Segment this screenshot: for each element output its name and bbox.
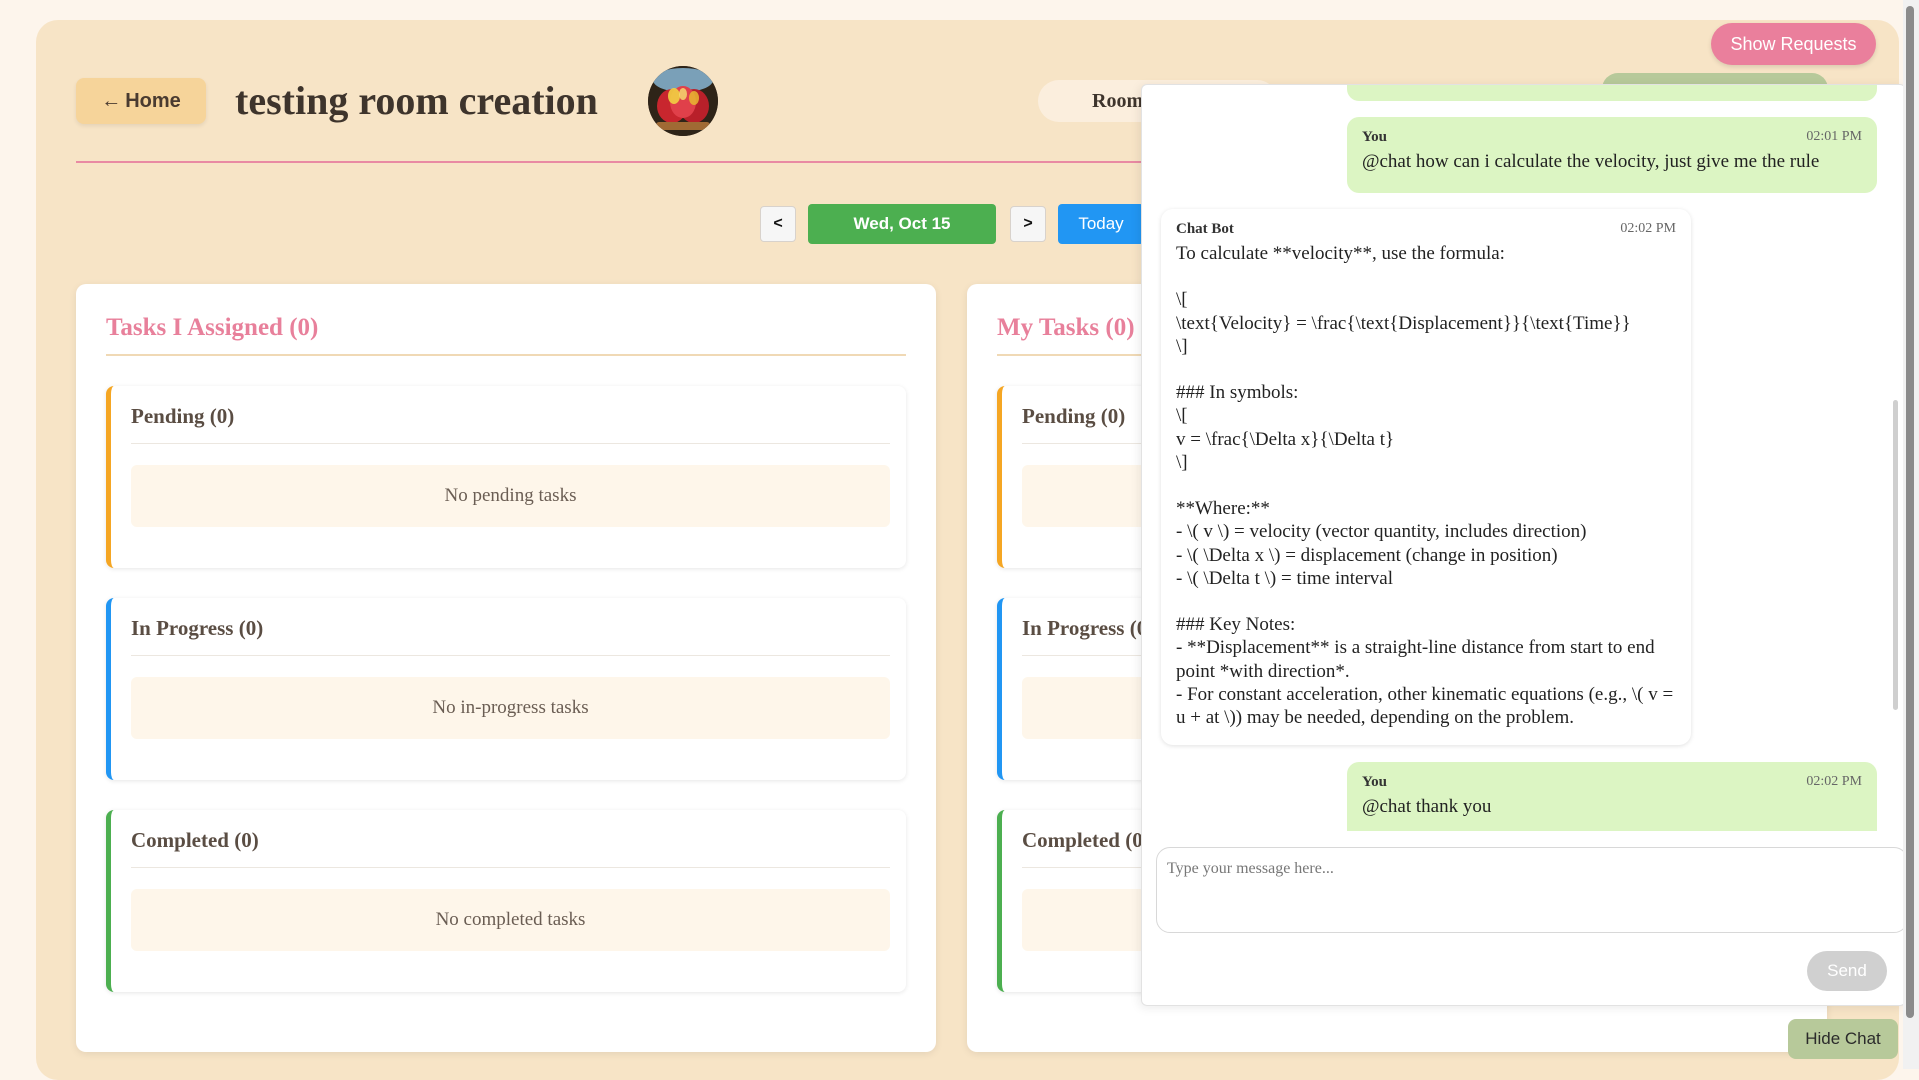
pending-title: Pending (0) (131, 404, 235, 428)
section-divider (131, 867, 890, 868)
section-divider (131, 655, 890, 656)
message-text: @chat how can i calculate the velocity, … (1362, 151, 1820, 172)
section-divider (131, 443, 890, 444)
message-time: 02:01 PM (1806, 129, 1862, 144)
chat-message-input[interactable] (1156, 847, 1905, 933)
message-text: @chat thank you (1362, 796, 1492, 817)
today-button[interactable]: Today (1058, 204, 1144, 244)
page-title: testing room creation (235, 78, 598, 123)
in-progress-section: In Progress (0) No in-progress tasks (106, 598, 906, 780)
in-progress-empty-message: No in-progress tasks (131, 677, 890, 739)
completed-section: Completed (0) No completed tasks (106, 810, 906, 992)
chat-scrollbar-thumb[interactable] (1893, 400, 1898, 710)
chat-panel: You 02:01 PM @chat how can i calculate t… (1141, 84, 1906, 1006)
my-completed-title: Completed (0) (1022, 828, 1150, 852)
chat-message: You 02:01 PM @chat how can i calculate t… (1347, 117, 1877, 193)
message-time: 02:02 PM (1620, 221, 1676, 236)
next-day-button[interactable]: > (1010, 206, 1046, 242)
home-button[interactable]: ← Home (76, 78, 206, 124)
message-sender: You (1362, 774, 1388, 790)
home-button-label: Home (125, 89, 181, 112)
my-in-progress-title: In Progress (0) (1022, 616, 1155, 640)
chat-message: You 02:02 PM @chat thank you (1347, 762, 1877, 831)
message-text: To calculate **velocity**, use the formu… (1176, 243, 1674, 729)
completed-title: Completed (0) (131, 828, 259, 852)
tasks-assigned-card: Tasks I Assigned (0) Pending (0) No pend… (76, 284, 936, 1052)
card-divider (106, 354, 906, 356)
completed-empty-message: No completed tasks (131, 889, 890, 951)
my-tasks-title: My Tasks (0) (997, 314, 1135, 341)
send-button[interactable]: Send (1807, 951, 1887, 991)
room-avatar (648, 66, 718, 136)
header-divider (76, 161, 1216, 163)
message-sender: You (1362, 129, 1388, 145)
my-pending-title: Pending (0) (1022, 404, 1126, 428)
page-scrollbar-thumb[interactable] (1906, 6, 1914, 1018)
arrow-left-icon: ← (101, 89, 122, 112)
chat-message: Chat Bot 02:02 PM To calculate **velocit… (1161, 209, 1691, 745)
pending-section: Pending (0) No pending tasks (106, 386, 906, 568)
show-requests-button[interactable]: Show Requests (1711, 23, 1876, 65)
chat-messages[interactable]: You 02:01 PM @chat how can i calculate t… (1142, 85, 1905, 831)
hide-chat-button[interactable]: Hide Chat (1788, 1019, 1898, 1059)
message-time: 02:02 PM (1806, 774, 1862, 789)
previous-message-edge (1347, 85, 1877, 101)
in-progress-title: In Progress (0) (131, 616, 264, 640)
pending-empty-message: No pending tasks (131, 465, 890, 527)
current-date-button[interactable]: Wed, Oct 15 (808, 204, 996, 244)
message-sender: Chat Bot (1176, 221, 1234, 237)
tasks-assigned-title: Tasks I Assigned (0) (106, 314, 319, 341)
prev-day-button[interactable]: < (760, 206, 796, 242)
